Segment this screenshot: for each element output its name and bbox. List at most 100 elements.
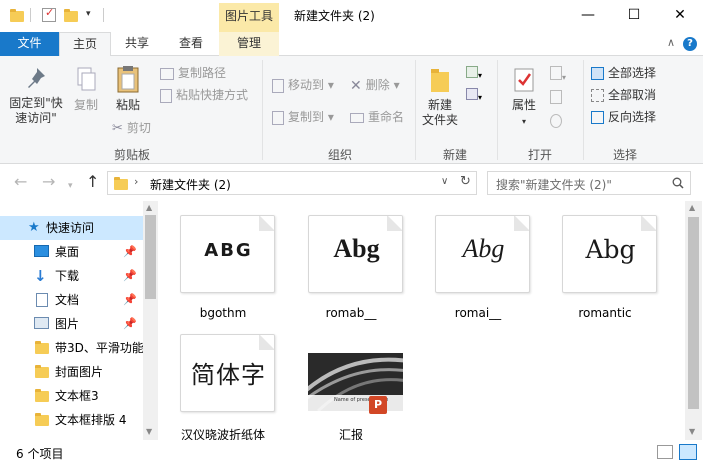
rename-icon	[350, 112, 364, 123]
folder-icon	[114, 177, 128, 190]
file-item[interactable]: Abg romab__	[291, 201, 411, 321]
font-file-icon: ABG	[180, 215, 275, 293]
edit-icon[interactable]	[550, 90, 568, 106]
properties-quick-icon[interactable]: ✓	[42, 6, 56, 22]
nav-item-folder[interactable]: 带3D、平滑功能	[0, 336, 143, 360]
nav-item-folder[interactable]: 文本框排版 4	[0, 408, 143, 432]
folder-icon	[10, 9, 24, 22]
refresh-icon[interactable]: ↻	[460, 174, 471, 189]
tab-file[interactable]: 文件	[0, 32, 59, 56]
scroll-down-icon[interactable]: ▼	[146, 427, 152, 436]
customize-toolbar-icon[interactable]: ▾	[86, 9, 100, 23]
clipboard-icon	[117, 66, 139, 93]
pin-icon[interactable]: 📌	[123, 312, 137, 336]
file-list: ABG bgothm Abg romab__ Abg romai__ Abg r…	[163, 201, 685, 442]
move-to-button[interactable]: 移动到 ▾	[272, 76, 334, 94]
tab-view[interactable]: 查看	[163, 32, 219, 56]
file-item[interactable]: 简体字 汉仪晓波折纸体	[163, 320, 283, 442]
delete-icon: ✕	[350, 77, 362, 94]
copy-path-button[interactable]: 复制路径	[160, 64, 226, 82]
properties-label: 属性	[511, 98, 536, 112]
scroll-up-icon[interactable]: ▲	[689, 203, 695, 212]
tab-share[interactable]: 共享	[111, 32, 163, 56]
easy-access-icon[interactable]: ▾	[466, 88, 488, 104]
content-scrollbar[interactable]: ▲ ▼	[685, 201, 702, 440]
nav-item-desktop[interactable]: 桌面 📌	[0, 240, 143, 264]
copy-to-button[interactable]: 复制到 ▾	[272, 108, 334, 126]
history-icon[interactable]	[550, 114, 568, 130]
delete-button[interactable]: ✕ 删除 ▾	[350, 76, 400, 94]
rename-button[interactable]: 重命名	[350, 108, 404, 126]
select-none-button[interactable]: 全部取消	[591, 86, 656, 104]
nav-item-documents[interactable]: 文档 📌	[0, 288, 143, 312]
group-separator	[415, 60, 416, 160]
paste-button[interactable]: 粘贴	[108, 64, 148, 113]
breadcrumb-chevron-icon[interactable]: ›	[134, 175, 138, 188]
minimize-button[interactable]: —	[565, 0, 611, 30]
search-input[interactable]: 搜索"新建文件夹 (2)"	[487, 171, 691, 195]
title-bar: ✓ ▾ 图片工具 新建文件夹 (2) — ☐ ✕	[0, 0, 703, 32]
ribbon: 固定到"快 速访问" 复制 粘贴 复制路径 粘贴快捷方式 ✂ 剪切 剪贴板 移动到…	[0, 56, 703, 164]
nav-scrollbar[interactable]: ▲ ▼	[143, 201, 158, 440]
new-item-icon[interactable]: ▾	[466, 66, 488, 82]
pin-to-quick-access-button[interactable]: 固定到"快 速访问"	[6, 66, 66, 126]
pin-icon[interactable]: 📌	[123, 264, 137, 288]
invert-selection-button[interactable]: 反向选择	[591, 108, 656, 126]
recent-dropdown-icon[interactable]: ▾	[68, 178, 73, 194]
details-view-icon[interactable]	[657, 445, 673, 459]
nav-item-pictures[interactable]: 图片 📌	[0, 312, 143, 336]
help-icon[interactable]: ?	[683, 37, 697, 51]
close-button[interactable]: ✕	[657, 0, 703, 30]
file-item[interactable]: Abg romantic	[545, 201, 665, 321]
address-dropdown-icon[interactable]: ∨	[441, 176, 448, 187]
powerpoint-icon: P	[369, 396, 387, 414]
pin-icon[interactable]: 📌	[123, 288, 137, 312]
cut-button[interactable]: ✂ 剪切	[112, 119, 151, 137]
nav-item-folder[interactable]: 文本框3	[0, 384, 143, 408]
paste-shortcut-icon	[160, 88, 172, 103]
group-separator	[583, 60, 584, 160]
new-group-label: 新建	[442, 148, 467, 162]
open-icon[interactable]: ▾	[550, 66, 576, 82]
back-icon[interactable]: ←	[14, 174, 27, 190]
address-bar[interactable]: › 新建文件夹 (2) ∨ ↻	[107, 171, 477, 195]
up-icon[interactable]: ↑	[86, 174, 99, 190]
group-separator	[497, 60, 498, 160]
file-item[interactable]: Name of presentation P 汇报	[291, 320, 411, 442]
pin-icon[interactable]: 📌	[123, 240, 137, 264]
properties-button[interactable]: 属性 ▾	[504, 66, 544, 129]
select-all-button[interactable]: 全部选择	[591, 64, 656, 82]
nav-item-quick-access[interactable]: ★ 快速访问	[0, 216, 143, 240]
font-file-icon: 简体字	[180, 334, 275, 412]
content-scroll-thumb[interactable]	[688, 217, 699, 409]
new-folder-button[interactable]: 新建 文件夹	[418, 66, 462, 128]
documents-icon	[36, 293, 48, 307]
collapse-ribbon-icon[interactable]: ∧	[667, 36, 675, 49]
forward-icon[interactable]: →	[42, 174, 55, 190]
new-folder-quick-icon[interactable]	[64, 9, 78, 22]
picture-tools-context-label: 图片工具	[219, 3, 279, 32]
nav-item-downloads[interactable]: ↓ 下载 📌	[0, 264, 143, 288]
maximize-button[interactable]: ☐	[611, 0, 657, 30]
file-item[interactable]: Abg romai__	[418, 201, 538, 321]
copy-button[interactable]: 复制	[68, 66, 104, 113]
pin-icon	[28, 68, 45, 88]
navigation-pane: ★ 快速访问 桌面 📌 ↓ 下载 📌 文档 📌 图片 📌 带3D、平滑功能 封面…	[0, 201, 158, 440]
nav-scroll-thumb[interactable]	[145, 215, 156, 299]
scroll-up-icon[interactable]: ▲	[146, 203, 152, 212]
ribbon-tabs: 文件 主页 共享 查看 管理 ∧ ?	[0, 32, 703, 57]
tab-manage[interactable]: 管理	[219, 32, 279, 56]
folder-icon	[35, 413, 49, 426]
font-file-icon: Abg	[308, 215, 403, 293]
tab-home[interactable]: 主页	[59, 32, 111, 57]
desktop-icon	[34, 245, 49, 257]
paste-shortcut-button[interactable]: 粘贴快捷方式	[160, 86, 248, 104]
properties-dropdown-icon: ▾	[521, 117, 526, 126]
file-item[interactable]: ABG bgothm	[163, 201, 283, 321]
nav-item-folder[interactable]: 封面图片	[0, 360, 143, 384]
folder-icon	[35, 365, 49, 378]
search-icon[interactable]	[672, 177, 684, 189]
large-icons-view-icon[interactable]	[679, 444, 697, 460]
select-all-icon	[591, 67, 604, 80]
scroll-down-icon[interactable]: ▼	[689, 427, 695, 436]
